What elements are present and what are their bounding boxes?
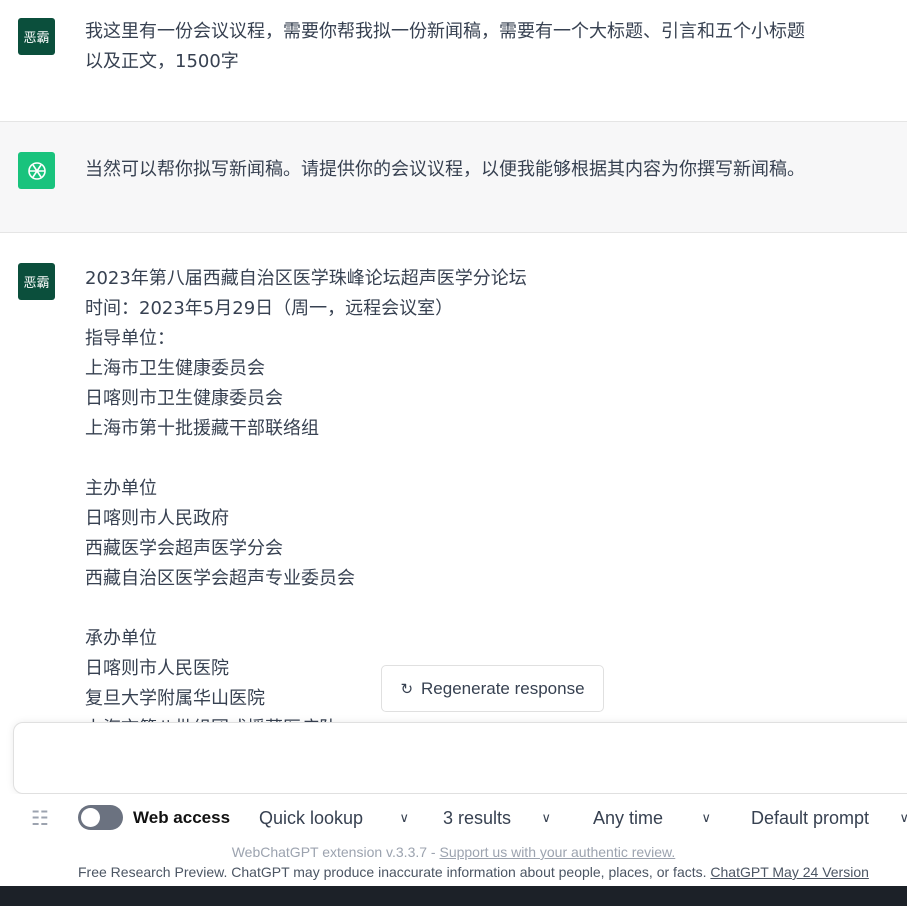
user-message: 恶霸 我这里有一份会议议程，需要你帮我拟一份新闻稿，需要有一个大标题、引言和五个… xyxy=(0,0,907,122)
chevron-down-icon: ∨ xyxy=(399,810,409,825)
extension-version: WebChatGPT extension v.3.3.7 - xyxy=(231,844,440,860)
disclaimer-text: Free Research Preview. ChatGPT may produ… xyxy=(78,864,711,880)
message-text: 当然可以帮你拟写新闻稿。请提供你的会议议程，以便我能够根据其内容为你撰写新闻稿。 xyxy=(85,159,805,180)
user-avatar: 恶霸 xyxy=(18,263,55,300)
user-avatar: 恶霸 xyxy=(18,18,55,55)
prompt-select[interactable]: Default prompt ∨ xyxy=(735,800,907,836)
regenerate-response-button[interactable]: ↻ Regenerate response xyxy=(381,665,604,712)
select-value: Any time xyxy=(593,807,664,828)
prompt-input[interactable] xyxy=(13,722,907,794)
settings-sliders-icon[interactable]: ☷ xyxy=(31,806,49,831)
refresh-icon: ↻ xyxy=(400,680,414,698)
taskbar xyxy=(0,886,907,906)
results-select[interactable]: 3 results ∨ xyxy=(427,800,567,836)
assistant-message: 当然可以帮你拟写新闻稿。请提供你的会议议程，以便我能够根据其内容为你撰写新闻稿。 xyxy=(0,122,907,233)
web-access-toggle[interactable] xyxy=(78,805,123,830)
chevron-down-icon: ∨ xyxy=(899,810,907,825)
disclaimer-footer: Free Research Preview. ChatGPT may produ… xyxy=(78,864,869,880)
openai-logo-icon xyxy=(18,152,55,189)
mode-select[interactable]: Quick lookup ∨ xyxy=(243,800,425,836)
chevron-down-icon: ∨ xyxy=(701,810,711,825)
chevron-down-icon: ∨ xyxy=(541,810,551,825)
extension-footer: WebChatGPT extension v.3.3.7 - Support u… xyxy=(0,844,907,860)
webchatgpt-toolbar: ☷ Web access Quick lookup ∨ 3 results ∨ An… xyxy=(0,800,907,836)
select-value: Quick lookup xyxy=(259,807,364,828)
regenerate-label: Regenerate response xyxy=(421,678,585,698)
message-text: 我这里有一份会议议程，需要你帮我拟一份新闻稿，需要有一个大标题、引言和五个小标题… xyxy=(85,21,805,72)
select-value: Default prompt xyxy=(751,807,870,828)
review-link[interactable]: Support us with your authentic review. xyxy=(439,844,675,860)
select-value: 3 results xyxy=(443,807,512,828)
version-link[interactable]: ChatGPT May 24 Version xyxy=(710,864,868,880)
web-access-label: Web access xyxy=(133,808,231,827)
time-select[interactable]: Any time ∨ xyxy=(577,800,727,836)
